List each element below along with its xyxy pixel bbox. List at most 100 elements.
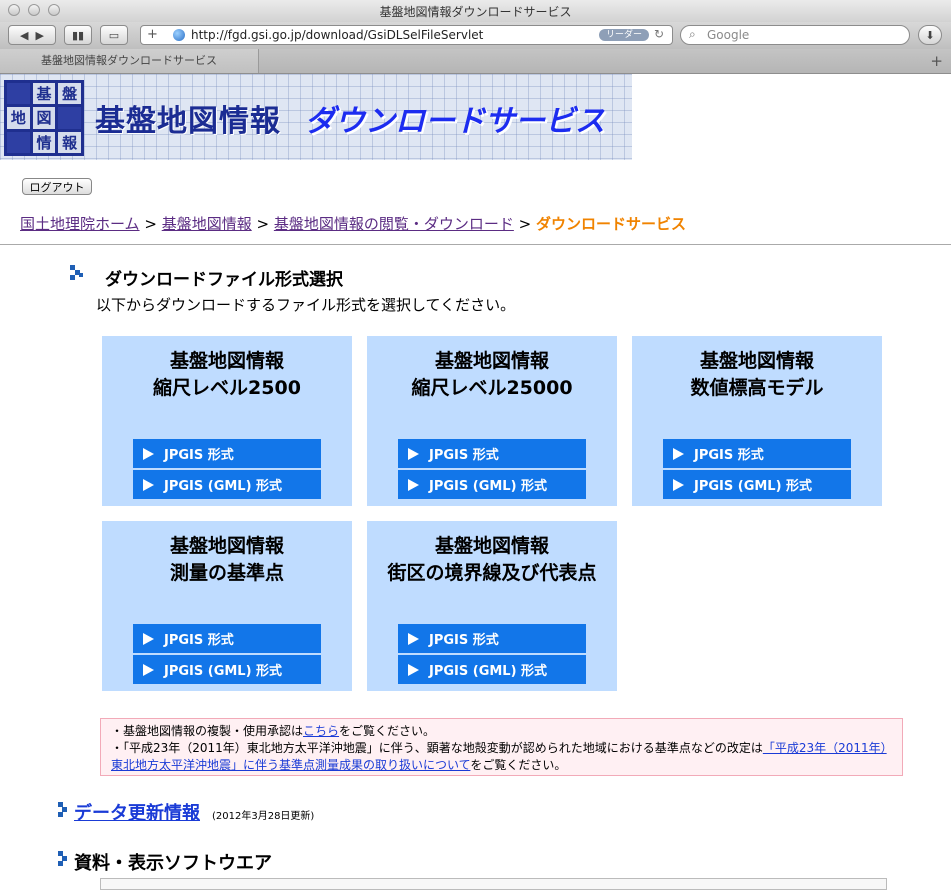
notice-line-2: ・「平成23年（2011年）東北地方太平洋沖地震」に伴う、顕著な地殻変動が認めら… [111, 740, 892, 774]
notice-box: ・基盤地図情報の複製・使用承認はこちらをご覧ください。 ・「平成23年（2011… [100, 718, 903, 776]
jpgis-button[interactable]: JPGIS 形式 [133, 439, 321, 468]
breadcrumb-current: ダウンロードサービス [536, 215, 687, 233]
card-title-line1: 基盤地図情報 [434, 535, 549, 557]
back-forward-buttons[interactable]: ◀ ▶ [8, 25, 56, 45]
logo-cell [58, 107, 81, 129]
button-label: JPGIS (GML) 形式 [429, 664, 548, 679]
logout-button[interactable]: ログアウト [22, 178, 92, 195]
logo-char: 報 [58, 131, 81, 153]
download-icon: ⬇ [925, 28, 935, 42]
bookmarks-button[interactable]: ▮▮ [64, 25, 92, 45]
banner-subtitle: ダウンロードサービス [305, 104, 605, 139]
jpgis-gml-button[interactable]: JPGIS (GML) 形式 [133, 655, 321, 684]
notice-text: をご覧ください。 [339, 724, 436, 738]
card-title-line1: 基盤地図情報 [434, 350, 549, 372]
button-label: JPGIS 形式 [694, 448, 764, 463]
back-icon[interactable]: ◀ [20, 29, 28, 42]
card-2500: 基盤地図情報 縮尺レベル2500 JPGIS 形式 JPGIS (GML) 形式 [102, 336, 352, 506]
logo-char: 地 [7, 107, 30, 129]
play-icon [408, 663, 419, 676]
banner-title: 基盤地図情報 [95, 104, 281, 139]
card-title-line1: 基盤地図情報 [169, 350, 284, 372]
section-title: ダウンロードファイル形式選択 [105, 270, 343, 290]
search-field[interactable]: ⌕ Google [680, 25, 910, 45]
play-icon [673, 447, 684, 460]
breadcrumb: 国土地理院ホーム > 基盤地図情報 > 基盤地図情報の閲覧・ダウンロード > ダ… [20, 213, 686, 234]
button-label: JPGIS 形式 [164, 633, 234, 648]
card-block-boundaries: 基盤地図情報 街区の境界線及び代表点 JPGIS 形式 JPGIS (GML) … [367, 521, 617, 691]
new-tab-icon[interactable]: + [930, 52, 943, 70]
breadcrumb-sep: > [256, 215, 270, 233]
card-title-line1: 基盤地図情報 [699, 350, 814, 372]
jpgis-button[interactable]: JPGIS 形式 [133, 624, 321, 653]
notice-text: ・「平成23年（2011年）東北地方太平洋沖地震」に伴う、顕著な地殻変動が認めら… [111, 741, 763, 755]
section-description: 以下からダウンロードするファイル形式を選択してください。 [96, 296, 516, 314]
tab-title: 基盤地図情報ダウンロードサービス [41, 54, 217, 67]
logo-cell [7, 131, 30, 153]
book-icon: ▮▮ [71, 28, 85, 42]
card-title-line2: 街区の境界線及び代表点 [387, 562, 597, 584]
software-heading: 資料・表示ソフトウエア [74, 853, 272, 874]
jpgis-gml-button[interactable]: JPGIS (GML) 形式 [398, 470, 586, 499]
play-icon [143, 447, 154, 460]
forward-icon[interactable]: ▶ [36, 29, 44, 42]
breadcrumb-kiban[interactable]: 基盤地図情報 [162, 215, 252, 233]
reload-icon[interactable]: ↻ [654, 27, 664, 41]
tab-active[interactable]: 基盤地図情報ダウンロードサービス [0, 49, 259, 73]
play-icon [408, 632, 419, 645]
play-icon [143, 478, 154, 491]
update-date: (2012年3月28日更新) [212, 811, 315, 822]
jpgis-gml-button[interactable]: JPGIS (GML) 形式 [398, 655, 586, 684]
logo-char: 図 [32, 107, 56, 129]
breadcrumb-home[interactable]: 国土地理院ホーム [20, 215, 140, 233]
play-icon [408, 447, 419, 460]
card-title-line2: 数値標高モデル [690, 377, 824, 399]
button-label: JPGIS 形式 [164, 448, 234, 463]
notice-line-1: ・基盤地図情報の複製・使用承認はこちらをご覧ください。 [111, 723, 892, 740]
globe-icon [173, 29, 185, 41]
jpgis-button[interactable]: JPGIS 形式 [398, 624, 586, 653]
breadcrumb-sep: > [144, 215, 157, 233]
card-title-line2: 縮尺レベル2500 [153, 377, 301, 399]
jpgis-button[interactable]: JPGIS 形式 [398, 439, 586, 468]
search-placeholder[interactable]: Google [707, 28, 749, 42]
jpgis-gml-button[interactable]: JPGIS (GML) 形式 [133, 470, 321, 499]
software-bullet-icon [58, 851, 72, 871]
window-title: 基盤地図情報ダウンロードサービス [379, 5, 572, 19]
button-label: JPGIS 形式 [429, 633, 499, 648]
reading-list-button[interactable]: ▭ [100, 25, 128, 45]
card-title: 基盤地図情報 縮尺レベル25000 [367, 348, 617, 402]
jpgis-button[interactable]: JPGIS 形式 [663, 439, 851, 468]
card-title-line2: 測量の基準点 [169, 562, 284, 584]
button-label: JPGIS (GML) 形式 [429, 479, 548, 494]
button-label: JPGIS (GML) 形式 [164, 479, 283, 494]
reading-list-icon: ▭ [108, 28, 120, 42]
card-dem: 基盤地図情報 数値標高モデル JPGIS 形式 JPGIS (GML) 形式 [632, 336, 882, 506]
add-bookmark-icon[interactable]: + [147, 27, 158, 42]
card-title-line2: 縮尺レベル25000 [411, 377, 573, 399]
downloads-button[interactable]: ⬇ [918, 25, 942, 45]
browser-toolbar: ◀ ▶ ▮▮ ▭ + http://fgd.gsi.go.jp/download… [0, 22, 951, 49]
data-update-link[interactable]: データ更新情報 [74, 799, 200, 825]
play-icon [143, 663, 154, 676]
section-bullet-icon [70, 265, 84, 285]
address-bar[interactable]: + http://fgd.gsi.go.jp/download/GsiDLSel… [140, 25, 673, 45]
window-titlebar: 基盤地図情報ダウンロードサービス [0, 0, 951, 23]
search-icon: ⌕ [689, 27, 696, 41]
notice-link-approval[interactable]: こちら [303, 724, 339, 738]
card-control-points: 基盤地図情報 測量の基準点 JPGIS 形式 JPGIS (GML) 形式 [102, 521, 352, 691]
site-logo[interactable]: 基 盤 地 図 情 報 [4, 80, 84, 156]
divider [0, 244, 951, 245]
play-icon [673, 478, 684, 491]
play-icon [143, 632, 154, 645]
button-label: JPGIS (GML) 形式 [164, 664, 283, 679]
card-title: 基盤地図情報 測量の基準点 [102, 533, 352, 587]
breadcrumb-browse[interactable]: 基盤地図情報の閲覧・ダウンロード [274, 215, 514, 233]
logo-cell [7, 83, 30, 105]
logo-char: 盤 [58, 83, 81, 105]
url-text[interactable]: http://fgd.gsi.go.jp/download/GsiDLSelFi… [191, 28, 483, 42]
jpgis-gml-button[interactable]: JPGIS (GML) 形式 [663, 470, 851, 499]
breadcrumb-sep: > [518, 215, 532, 233]
reader-button[interactable]: リーダー [599, 29, 649, 41]
card-25000: 基盤地図情報 縮尺レベル25000 JPGIS 形式 JPGIS (GML) 形… [367, 336, 617, 506]
